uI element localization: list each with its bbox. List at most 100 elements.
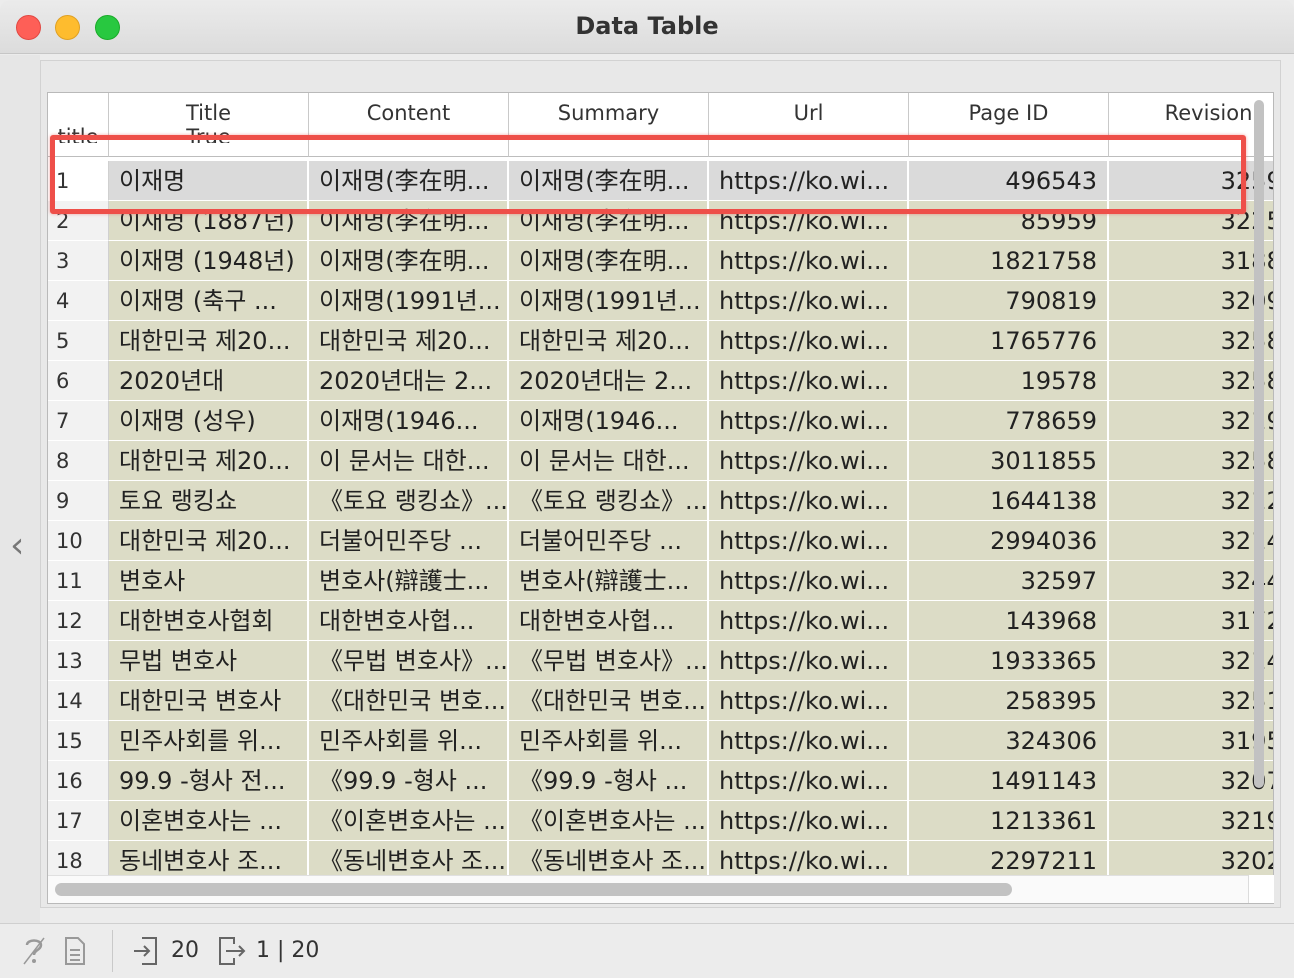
content-cell[interactable]: 《대한민국 변호... xyxy=(309,681,509,721)
summary-cell[interactable]: 이재명(李在明... xyxy=(509,241,709,281)
table-row[interactable]: 4 이재명 (축구 ... 이재명(1991년... 이재명(1991년... http… xyxy=(48,281,1273,321)
title-cell[interactable]: 이재명 (1948년) xyxy=(109,241,309,281)
summary-cell[interactable]: 《이혼변호사는 ... xyxy=(509,801,709,841)
help-icon[interactable] xyxy=(22,936,46,966)
url-cell[interactable]: https://ko.wi... xyxy=(709,761,909,801)
revision-cell[interactable]: 32587 xyxy=(1109,321,1273,361)
revision-cell[interactable]: 31885 xyxy=(1109,241,1273,281)
table-row[interactable]: 1 이재명 이재명(李在明... 이재명(李在明... https://ko.wi...… xyxy=(48,161,1273,201)
revision-cell[interactable]: 32589 xyxy=(1109,441,1273,481)
vertical-scroll-thumb[interactable] xyxy=(1254,100,1264,788)
summary-cell[interactable]: 이재명(1991년... xyxy=(509,281,709,321)
column-header-title[interactable]: Title True xyxy=(109,93,309,157)
url-cell[interactable]: https://ko.wi... xyxy=(709,241,909,281)
title-cell[interactable]: 이혼변호사는 ... xyxy=(109,801,309,841)
content-cell[interactable]: 2020년대는 2... xyxy=(309,361,509,401)
column-header-page-id[interactable]: Page ID xyxy=(909,93,1109,157)
url-cell[interactable]: https://ko.wi... xyxy=(709,681,909,721)
page-id-cell[interactable]: 496543 xyxy=(909,161,1109,201)
content-cell[interactable]: 《토요 랭킹쇼》... xyxy=(309,481,509,521)
row-index[interactable]: 11 xyxy=(48,561,109,601)
content-cell[interactable]: 《무법 변호사》... xyxy=(309,641,509,681)
content-cell[interactable]: 이재명(1946... xyxy=(309,401,509,441)
revision-cell[interactable]: 32099 xyxy=(1109,281,1273,321)
row-index[interactable]: 1 xyxy=(48,161,109,201)
page-id-cell[interactable]: 1765776 xyxy=(909,321,1109,361)
table-row[interactable]: 11 변호사 변호사(辯護士... 변호사(辯護士... https://ko.wi..… xyxy=(48,561,1273,601)
title-cell[interactable]: 이재명 (1887년) xyxy=(109,201,309,241)
horizontal-scroll-thumb[interactable] xyxy=(55,883,1012,896)
url-cell[interactable]: https://ko.wi... xyxy=(709,721,909,761)
revision-cell[interactable]: 32596 xyxy=(1109,161,1273,201)
page-id-cell[interactable]: 19578 xyxy=(909,361,1109,401)
row-index[interactable]: 14 xyxy=(48,681,109,721)
table-row[interactable]: 14 대한민국 변호사 《대한민국 변호... 《대한민국 변호... https://… xyxy=(48,681,1273,721)
title-cell[interactable]: 무법 변호사 xyxy=(109,641,309,681)
table-row[interactable]: 2 이재명 (1887년) 이재명(李在明... 이재명(李在明... https://… xyxy=(48,201,1273,241)
table-row[interactable]: 6 2020년대 2020년대는 2... 2020년대는 2... https://k… xyxy=(48,361,1273,401)
column-header-content[interactable]: Content xyxy=(309,93,509,157)
content-cell[interactable]: 대한변호사협... xyxy=(309,601,509,641)
column-header-url[interactable]: Url xyxy=(709,93,909,157)
page-id-cell[interactable]: 1933365 xyxy=(909,641,1109,681)
summary-cell[interactable]: 《대한민국 변호... xyxy=(509,681,709,721)
url-cell[interactable]: https://ko.wi... xyxy=(709,281,909,321)
row-index[interactable]: 4 xyxy=(48,281,109,321)
url-cell[interactable]: https://ko.wi... xyxy=(709,201,909,241)
page-id-cell[interactable]: 790819 xyxy=(909,281,1109,321)
summary-cell[interactable]: 이재명(1946... xyxy=(509,401,709,441)
table-row[interactable]: 10 대한민국 제20... 더불어민주당 ... 더불어민주당 ... https:/… xyxy=(48,521,1273,561)
table-row[interactable]: 8 대한민국 제20... 이 문서는 대한... 이 문서는 대한... https:… xyxy=(48,441,1273,481)
row-index[interactable]: 5 xyxy=(48,321,109,361)
row-index[interactable]: 2 xyxy=(48,201,109,241)
url-cell[interactable]: https://ko.wi... xyxy=(709,161,909,201)
table-row[interactable]: 16 99.9 -형사 전... 《99.9 -형사 ... 《99.9 -형사 ..… xyxy=(48,761,1273,801)
table-row[interactable]: 13 무법 변호사 《무법 변호사》... 《무법 변호사》... https://ko… xyxy=(48,641,1273,681)
page-id-cell[interactable]: 258395 xyxy=(909,681,1109,721)
title-cell[interactable]: 민주사회를 위... xyxy=(109,721,309,761)
content-cell[interactable]: 이 문서는 대한... xyxy=(309,441,509,481)
table-row[interactable]: 9 토요 랭킹쇼 《토요 랭킹쇼》... 《토요 랭킹쇼》... https://ko.… xyxy=(48,481,1273,521)
revision-cell[interactable]: 32149 xyxy=(1109,521,1273,561)
revision-cell[interactable]: 32141 xyxy=(1109,641,1273,681)
url-cell[interactable]: https://ko.wi... xyxy=(709,481,909,521)
url-cell[interactable]: https://ko.wi... xyxy=(709,561,909,601)
url-cell[interactable]: https://ko.wi... xyxy=(709,441,909,481)
summary-cell[interactable]: 이재명(李在明... xyxy=(509,161,709,201)
summary-cell[interactable]: 더불어민주당 ... xyxy=(509,521,709,561)
content-cell[interactable]: 민주사회를 위... xyxy=(309,721,509,761)
title-cell[interactable]: 대한민국 제20... xyxy=(109,521,309,561)
title-cell[interactable]: 이재명 xyxy=(109,161,309,201)
summary-cell[interactable]: 《토요 랭킹쇼》... xyxy=(509,481,709,521)
row-index[interactable]: 7 xyxy=(48,401,109,441)
title-cell[interactable]: 대한민국 제20... xyxy=(109,441,309,481)
table-row[interactable]: 12 대한변호사협회 대한변호사협... 대한변호사협... https://ko.wi… xyxy=(48,601,1273,641)
row-index[interactable]: 17 xyxy=(48,801,109,841)
page-id-cell[interactable]: 1491143 xyxy=(909,761,1109,801)
summary-cell[interactable]: 대한민국 제20... xyxy=(509,321,709,361)
vertical-scrollbar[interactable] xyxy=(1251,100,1267,788)
revision-cell[interactable]: 32250 xyxy=(1109,201,1273,241)
revision-cell[interactable]: 31725 xyxy=(1109,601,1273,641)
revision-cell[interactable]: 32514 xyxy=(1109,681,1273,721)
page-id-cell[interactable]: 324306 xyxy=(909,721,1109,761)
url-cell[interactable]: https://ko.wi... xyxy=(709,401,909,441)
table-row[interactable]: 5 대한민국 제20... 대한민국 제20... 대한민국 제20... https:… xyxy=(48,321,1273,361)
url-cell[interactable]: https://ko.wi... xyxy=(709,361,909,401)
row-index[interactable]: 16 xyxy=(48,761,109,801)
summary-cell[interactable]: 이 문서는 대한... xyxy=(509,441,709,481)
table-row[interactable]: 15 민주사회를 위... 민주사회를 위... 민주사회를 위... https://… xyxy=(48,721,1273,761)
content-cell[interactable]: 더불어민주당 ... xyxy=(309,521,509,561)
row-index[interactable]: 8 xyxy=(48,441,109,481)
column-header-revision[interactable]: Revision xyxy=(1109,93,1273,157)
report-document-icon[interactable] xyxy=(64,936,86,966)
content-cell[interactable]: 대한민국 제20... xyxy=(309,321,509,361)
revision-cell[interactable]: 31952 xyxy=(1109,721,1273,761)
content-cell[interactable]: 이재명(李在明... xyxy=(309,241,509,281)
table-row[interactable]: 17 이혼변호사는 ... 《이혼변호사는 ... 《이혼변호사는 ... https:… xyxy=(48,801,1273,841)
title-cell[interactable]: 이재명 (성우) xyxy=(109,401,309,441)
content-cell[interactable]: 변호사(辯護士... xyxy=(309,561,509,601)
row-index[interactable]: 10 xyxy=(48,521,109,561)
summary-cell[interactable]: 《무법 변호사》... xyxy=(509,641,709,681)
content-cell[interactable]: 이재명(李在明... xyxy=(309,161,509,201)
